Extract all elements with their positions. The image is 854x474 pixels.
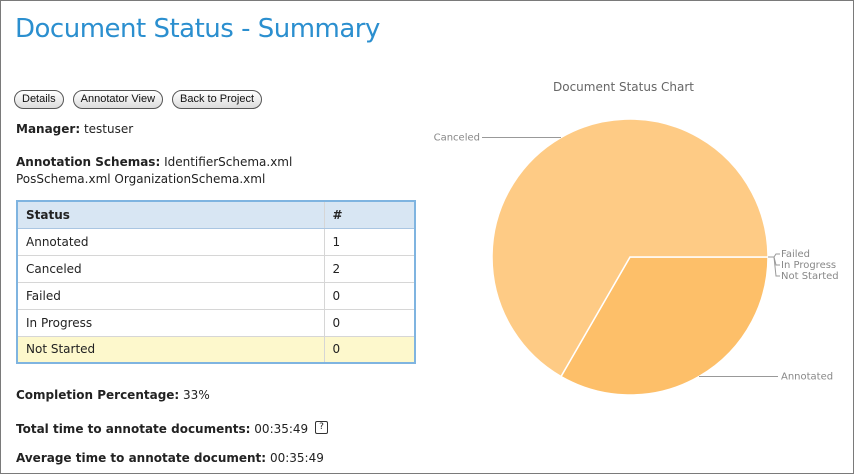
schemas-label: Annotation Schemas: bbox=[16, 155, 161, 169]
chart-title: Document Status Chart bbox=[553, 80, 695, 94]
table-row: Annotated 1 bbox=[17, 227, 415, 255]
total-time: Total time to annotate documents: 00:35:… bbox=[16, 421, 329, 436]
count-cell: 2 bbox=[324, 254, 415, 282]
status-cell: In Progress bbox=[17, 308, 325, 336]
question-icon[interactable]: ? bbox=[315, 421, 329, 434]
average-time: Average time to annotate document: 00:35… bbox=[16, 451, 324, 465]
count-cell: 0 bbox=[324, 308, 415, 336]
avg-time-value: 00:35:49 bbox=[269, 451, 324, 465]
slice-label-failed: Failed bbox=[781, 249, 810, 260]
status-cell: Failed bbox=[17, 281, 325, 309]
status-table: Status # Annotated 1 Canceled 2 Failed 0… bbox=[16, 200, 416, 364]
details-button[interactable]: Details bbox=[14, 90, 64, 109]
status-cell: Not Started bbox=[17, 335, 325, 363]
status-cell: Annotated bbox=[17, 227, 325, 255]
table-row: Failed 0 bbox=[17, 281, 415, 309]
table-row: In Progress 0 bbox=[17, 308, 415, 336]
manager-info: Manager: testuser bbox=[16, 122, 133, 136]
manager-label: Manager: bbox=[16, 122, 81, 136]
leader-line-not-started bbox=[768, 256, 780, 277]
document-status-pie-chart: Annotated Canceled FailedIn ProgressNot St… bbox=[434, 118, 839, 395]
total-time-value: 00:35:49 bbox=[254, 422, 309, 436]
back-to-project-button[interactable]: Back to Project bbox=[172, 90, 263, 109]
count-cell: 0 bbox=[324, 335, 415, 363]
annotator-view-button[interactable]: Annotator View bbox=[72, 90, 164, 109]
count-column-header: # bbox=[324, 201, 415, 229]
slice-label-annotated: Annotated bbox=[781, 372, 833, 383]
page-title: Document Status - Summary bbox=[15, 14, 380, 44]
status-cell: Canceled bbox=[17, 254, 325, 282]
status-column-header: Status bbox=[17, 201, 325, 229]
action-buttons: Details Annotator View Back to Project bbox=[14, 90, 263, 109]
completion-percentage: Completion Percentage: 33% bbox=[16, 388, 210, 402]
slice-label-canceled: Canceled bbox=[434, 132, 480, 143]
count-cell: 1 bbox=[324, 227, 415, 255]
total-time-label: Total time to annotate documents: bbox=[16, 422, 251, 436]
annotation-schemas-info: Annotation Schemas: IdentifierSchema.xml… bbox=[16, 154, 292, 188]
table-row-highlighted: Not Started 0 bbox=[17, 335, 415, 363]
slice-label-in-progress: In Progress bbox=[781, 260, 836, 271]
completion-value: 33% bbox=[183, 388, 210, 402]
completion-label: Completion Percentage: bbox=[16, 388, 180, 402]
schemas-line1: IdentifierSchema.xml bbox=[164, 155, 293, 169]
avg-time-label: Average time to annotate document: bbox=[16, 451, 267, 465]
slice-label-not-started: Not Started bbox=[781, 271, 839, 282]
schemas-line2: PosSchema.xml OrganizationSchema.xml bbox=[16, 172, 266, 186]
table-row: Canceled 2 bbox=[17, 254, 415, 282]
manager-value: testuser bbox=[83, 122, 134, 136]
count-cell: 0 bbox=[324, 281, 415, 309]
table-header-row: Status # bbox=[17, 201, 415, 229]
